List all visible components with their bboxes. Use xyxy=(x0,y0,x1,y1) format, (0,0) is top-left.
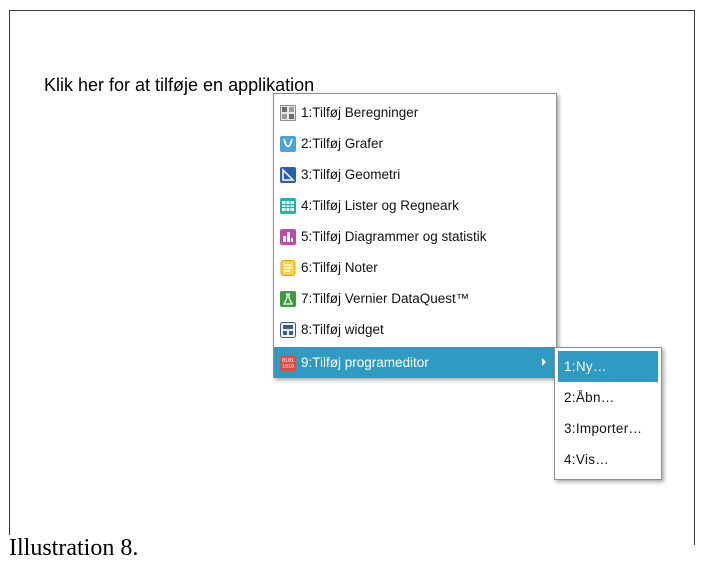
menu-item-statistics[interactable]: 5:Tilføj Diagrammer og statistik xyxy=(274,221,556,252)
illustration-caption: Illustration 8. xyxy=(9,535,143,562)
menu-item-spreadsheet[interactable]: 4:Tilføj Lister og Regneark xyxy=(274,190,556,221)
submenu-arrow-icon xyxy=(542,358,546,366)
submenu-item-open[interactable]: 2:Åbn… xyxy=(558,382,658,413)
submenu-item-import[interactable]: 3:Importer… xyxy=(558,413,658,444)
spreadsheet-icon xyxy=(280,197,296,214)
submenu-item-view[interactable]: 4:Vis… xyxy=(558,444,658,475)
svg-text:1010: 1010 xyxy=(282,364,294,370)
menu-item-widget[interactable]: 8:Tilføj widget xyxy=(274,314,556,345)
menu-item-label: 6:Tilføj Noter xyxy=(301,260,378,275)
menu-item-calculator[interactable]: 1:Tilføj Beregninger xyxy=(274,97,556,128)
graphs-icon xyxy=(280,135,296,152)
menu-item-label: 4:Tilføj Lister og Regneark xyxy=(301,198,459,213)
menu-item-label: 8:Tilføj widget xyxy=(301,322,384,337)
menu-item-label: 2:Tilføj Grafer xyxy=(301,136,384,151)
statistics-icon xyxy=(280,228,296,245)
menu-item-label: 9:Tilføj programeditor xyxy=(301,355,429,370)
dataquest-icon xyxy=(280,290,296,307)
add-application-menu: 1:Tilføj Beregninger 2:Tilføj Grafer 3:T… xyxy=(273,93,557,378)
submenu-item-new[interactable]: 1:Ny… xyxy=(558,351,658,382)
menu-item-label: 5:Tilføj Diagrammer og statistik xyxy=(301,229,487,244)
menu-item-notes[interactable]: 6:Tilføj Noter xyxy=(274,252,556,283)
menu-item-label: 1:Tilføj Beregninger xyxy=(301,105,419,120)
menu-item-geometry[interactable]: 3:Tilføj Geometri xyxy=(274,159,556,190)
geometry-icon xyxy=(280,166,296,183)
menu-item-label: 7:Tilføj Vernier DataQuest™ xyxy=(301,291,470,306)
program-editor-submenu: 1:Ny… 2:Åbn… 3:Importer… 4:Vis… xyxy=(554,347,662,480)
program-editor-icon: 0101 1010 xyxy=(280,354,296,371)
menu-item-label: 3:Tilføj Geometri xyxy=(301,167,401,182)
notes-icon xyxy=(280,259,296,276)
menu-item-program-editor[interactable]: 0101 1010 9:Tilføj programeditor xyxy=(274,347,556,378)
calculator-icon xyxy=(280,104,296,121)
widget-icon xyxy=(280,321,296,338)
menu-item-graphs[interactable]: 2:Tilføj Grafer xyxy=(274,128,556,159)
menu-item-dataquest[interactable]: 7:Tilføj Vernier DataQuest™ xyxy=(274,283,556,314)
